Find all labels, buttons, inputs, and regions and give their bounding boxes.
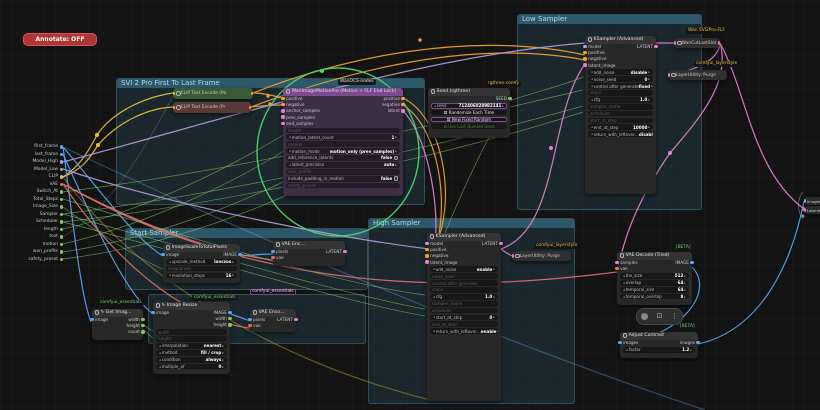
left-port-total-steps: Total_Steps [0,197,58,203]
left-port-dot-total-steps[interactable] [60,198,63,201]
left-port-dot-safety-preset[interactable] [60,258,63,261]
left-port-length: length [0,227,58,233]
left-port-dot-model-high[interactable] [60,160,63,163]
left-port-sampler: Sampler [0,212,58,218]
left-port-dot-clip[interactable] [60,175,63,178]
left-port-last-frame: last_frame [0,152,58,158]
left-port-model-high: Model_High [0,159,58,165]
left-port-dot-length[interactable] [60,228,63,231]
left-ports-layer: first_frame last_frameModel_High Model_Low… [0,0,820,410]
node-graph-canvas[interactable]: SVI 2 Pro First To Last FrameLow Sampler… [0,0,820,410]
left-port-dot-vae[interactable] [60,183,63,186]
left-port-text: text [0,234,58,240]
left-port-motion: motion [0,242,58,248]
left-port-dot-image-size[interactable] [60,205,63,208]
left-port-dot-switch-at[interactable] [60,190,63,193]
left-port-vae: VAE [0,182,58,188]
left-port-dot-scheduler[interactable] [60,220,63,223]
left-port-dot-first-frame[interactable] [60,145,63,148]
left-port-dot-text[interactable] [60,235,63,238]
toolbox-more-menu-icon[interactable]: ⋮ [671,313,678,320]
left-port-dot-wan-profile[interactable] [60,250,63,253]
left-port-dot-model-low[interactable] [60,168,63,171]
left-port-dot-sampler[interactable] [60,213,63,216]
toolbox-selection-circle-icon[interactable]: ˅ [641,313,648,320]
left-port-first-frame: first_frame [0,144,58,150]
left-port-model-low: Model_Low [0,167,58,173]
left-port-scheduler: Scheduler [0,219,58,225]
left-port-image-size: Image_Size [0,204,58,210]
left-port-dot-motion[interactable] [60,243,63,246]
left-port-dot-last-frame[interactable] [60,153,63,156]
left-port-safety-preset: safety_preset [0,257,58,263]
selection-toolbox[interactable]: ˅ ⊡ ⋮ [636,308,683,325]
left-port-wan-profile: wan_profile [0,249,58,255]
annotate-toggle-button[interactable]: Annotate: OFF [23,33,97,46]
left-port-switch-at: Switch_At [0,189,58,195]
left-port-clip: CLIP [0,174,58,180]
toolbox-fit-view-icon[interactable]: ⊡ [657,313,663,320]
